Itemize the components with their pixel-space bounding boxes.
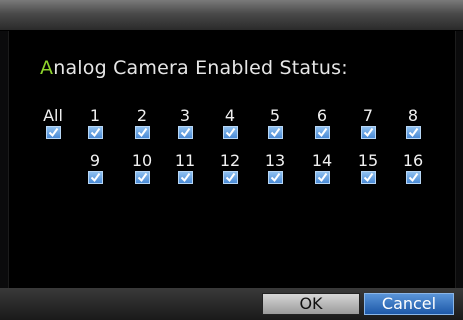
checkmark-icon: [90, 127, 100, 138]
camera-number-label: 1: [89, 106, 101, 125]
checkmark-icon: [137, 127, 147, 138]
camera-6-checkbox[interactable]: [314, 126, 330, 139]
checkmark-icon: [317, 127, 327, 138]
camera-3-checkbox[interactable]: [177, 126, 193, 139]
camera-15-toggle[interactable]: 15: [356, 153, 380, 184]
checkmark-icon: [225, 127, 235, 138]
camera-7-toggle[interactable]: 7: [356, 108, 380, 139]
camera-4-toggle[interactable]: 4: [218, 108, 242, 139]
camera-11-toggle[interactable]: 11: [173, 153, 197, 184]
camera-1-checkbox[interactable]: [87, 126, 103, 139]
camera-10-checkbox[interactable]: [134, 171, 150, 184]
camera-15-checkbox[interactable]: [360, 171, 376, 184]
camera-16-checkbox[interactable]: [405, 171, 421, 184]
checkmark-icon: [180, 127, 190, 138]
camera-7-checkbox[interactable]: [360, 126, 376, 139]
status-title-text: nalog Camera Enabled Status:: [53, 57, 348, 79]
camera-5-toggle[interactable]: 5: [263, 108, 287, 139]
camera-number-label: 3: [179, 106, 191, 125]
all-cameras-checkbox[interactable]: [45, 126, 61, 139]
camera-6-toggle[interactable]: 6: [310, 108, 334, 139]
camera-16-toggle[interactable]: 16: [401, 153, 425, 184]
camera-number-label: 10: [131, 151, 153, 170]
camera-2-toggle[interactable]: 2: [130, 108, 154, 139]
camera-12-checkbox[interactable]: [222, 171, 238, 184]
camera-number-label: 13: [264, 151, 286, 170]
camera-number-label: 11: [174, 151, 196, 170]
checkmark-icon: [180, 172, 190, 183]
camera-number-label: 9: [89, 151, 101, 170]
cancel-button[interactable]: Cancel: [364, 293, 454, 315]
camera-12-toggle[interactable]: 12: [218, 153, 242, 184]
checkmark-icon: [408, 172, 418, 183]
checkmark-icon: [137, 172, 147, 183]
camera-11-checkbox[interactable]: [177, 171, 193, 184]
camera-3-toggle[interactable]: 3: [173, 108, 197, 139]
camera-2-checkbox[interactable]: [134, 126, 150, 139]
camera-number-label: 4: [224, 106, 236, 125]
camera-14-checkbox[interactable]: [314, 171, 330, 184]
all-cameras-toggle[interactable]: All: [38, 108, 68, 139]
camera-8-checkbox[interactable]: [405, 126, 421, 139]
camera-number-label: 2: [136, 106, 148, 125]
checkmark-icon: [270, 172, 280, 183]
camera-13-toggle[interactable]: 13: [263, 153, 287, 184]
checkmark-icon: [408, 127, 418, 138]
camera-number-label: 5: [269, 106, 281, 125]
camera-1-toggle[interactable]: 1: [83, 108, 107, 139]
camera-number-label: 8: [407, 106, 419, 125]
camera-number-label: 6: [316, 106, 328, 125]
camera-10-toggle[interactable]: 10: [130, 153, 154, 184]
ok-button[interactable]: OK: [262, 293, 360, 315]
checkmark-icon: [90, 172, 100, 183]
checkmark-icon: [48, 127, 58, 138]
status-title-accent-letter: A: [40, 57, 54, 79]
checkmark-icon: [363, 172, 373, 183]
camera-14-toggle[interactable]: 14: [310, 153, 334, 184]
camera-number-label: 15: [357, 151, 379, 170]
camera-9-checkbox[interactable]: [87, 171, 103, 184]
camera-9-toggle[interactable]: 9: [83, 153, 107, 184]
camera-5-checkbox[interactable]: [267, 126, 283, 139]
checkmark-icon: [225, 172, 235, 183]
camera-number-label: 7: [362, 106, 374, 125]
checkmark-icon: [363, 127, 373, 138]
status-title: Analog Camera Enabled Status:: [40, 57, 348, 79]
all-label: All: [43, 106, 63, 125]
camera-8-toggle[interactable]: 8: [401, 108, 425, 139]
camera-number-label: 16: [402, 151, 424, 170]
camera-number-label: 14: [311, 151, 333, 170]
dialog-title-bar: [0, 0, 463, 31]
camera-number-label: 12: [219, 151, 241, 170]
checkmark-icon: [317, 172, 327, 183]
camera-13-checkbox[interactable]: [267, 171, 283, 184]
camera-4-checkbox[interactable]: [222, 126, 238, 139]
checkmark-icon: [270, 127, 280, 138]
camera-status-dialog: Analog Camera Enabled Status: All 123456…: [0, 0, 463, 320]
